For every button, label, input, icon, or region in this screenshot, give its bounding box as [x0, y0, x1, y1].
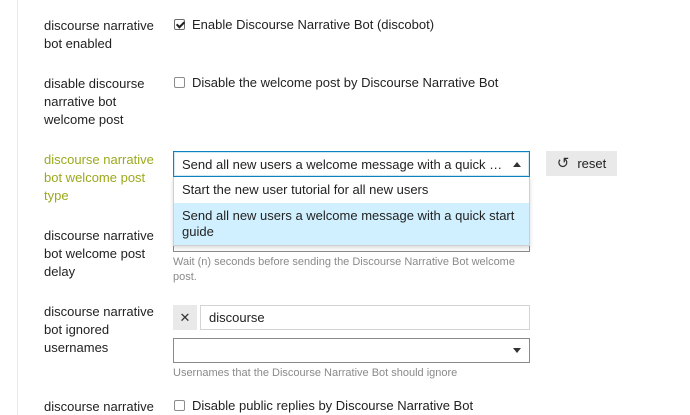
chevron-down-icon	[513, 348, 521, 353]
disable-public-replies-checkbox[interactable]	[174, 400, 185, 411]
enable-bot-checkbox[interactable]	[174, 19, 185, 30]
disable-welcome-checkbox[interactable]	[174, 77, 185, 88]
ignored-usernames-select[interactable]	[173, 338, 530, 363]
left-divider	[17, 0, 18, 415]
setting-label-disable-public-replies: discourse narrative	[44, 399, 154, 414]
setting-label-disable-welcome: disable discourse narrative bot welcome …	[44, 76, 145, 127]
disable-welcome-checkbox-label[interactable]: Disable the welcome post by Discourse Na…	[192, 75, 498, 90]
ignored-username-chip[interactable]: discourse	[200, 305, 530, 330]
welcome-post-type-select[interactable]: Send all new users a welcome message wit…	[173, 151, 530, 177]
reset-button[interactable]: ↺ reset	[546, 151, 617, 176]
welcome-post-type-dropdown: Start the new user tutorial for all new …	[173, 177, 530, 246]
setting-label-welcome-post-delay: discourse narrative bot welcome post del…	[44, 228, 154, 279]
setting-label-welcome-post-type: discourse narrative bot welcome post typ…	[44, 152, 154, 203]
close-icon[interactable]: ✕	[173, 305, 197, 330]
welcome-post-type-selected: Send all new users a welcome message wit…	[182, 156, 507, 172]
caret-up-icon	[513, 161, 521, 167]
ignored-usernames-description: Usernames that the Discourse Narrative B…	[173, 367, 458, 379]
undo-icon: ↺	[556, 155, 570, 172]
reset-button-label: reset	[577, 156, 607, 171]
disable-public-replies-checkbox-row[interactable]: Disable public replies by Discourse Narr…	[174, 398, 473, 413]
disable-welcome-checkbox-row[interactable]: Disable the welcome post by Discourse Na…	[174, 75, 498, 90]
setting-label-ignored-usernames: discourse narrative bot ignored username…	[44, 304, 154, 355]
setting-label-enabled: discourse narrative bot enabled	[44, 18, 154, 51]
ignored-username-value: discourse	[209, 310, 265, 325]
dropdown-option[interactable]: Start the new user tutorial for all new …	[174, 177, 529, 203]
enable-bot-checkbox-label[interactable]: Enable Discourse Narrative Bot (discobot…	[192, 17, 434, 32]
disable-public-replies-checkbox-label[interactable]: Disable public replies by Discourse Narr…	[192, 398, 473, 413]
welcome-post-delay-description: Wait (n) seconds before sending the Disc…	[173, 256, 515, 283]
dropdown-option-selected[interactable]: Send all new users a welcome message wit…	[174, 203, 529, 245]
enable-bot-checkbox-row[interactable]: Enable Discourse Narrative Bot (discobot…	[174, 17, 434, 32]
